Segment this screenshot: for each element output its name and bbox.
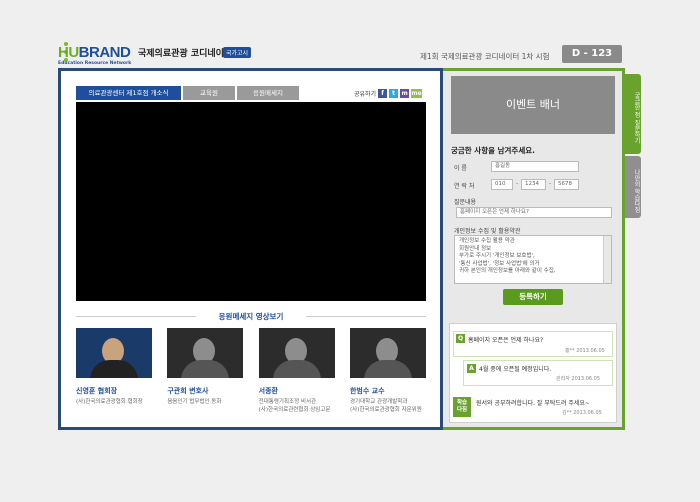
video-thumb[interactable]: 구관회 변호사 음음인기 법무법인 동화 (167, 328, 244, 413)
share-label: 공유하기 (354, 91, 377, 98)
logo-wordmark: HUBRAND (58, 44, 131, 61)
qa-question-text[interactable]: 홈페이지 오픈은 언제 하나요? (468, 335, 543, 344)
video-thumb[interactable]: 서종환 전대통령기획조정 비서관 (사)한국의료관련협회 상임고문 (258, 328, 335, 413)
site-title: 국제의료관광 코디네이터 (138, 49, 233, 59)
phone-dash: - (516, 180, 519, 187)
phone-dash: - (549, 180, 552, 187)
tab-center-opening[interactable]: 의료관광센터 제1호점 개소식 (76, 86, 181, 100)
person-org: 전대통령기획조정 비서관 (사)한국의료관련협회 상임고문 (258, 399, 331, 413)
video-tabs: 의료관광센터 제1호점 개소식 교육원 응원메세지 (76, 86, 301, 100)
qa-meta: 관리자 2013.06.05 (556, 376, 601, 382)
side-tab-ask[interactable]: 궁금한 점 질문하기 (625, 74, 641, 154)
phone-input-3[interactable]: 5678 (554, 179, 579, 190)
thumb-image[interactable] (349, 328, 426, 378)
phone-label: 연 락 처 (454, 183, 475, 190)
side-tab-study[interactable]: 나만의 학습다짐 (625, 156, 641, 218)
twitter-icon[interactable]: t (389, 89, 399, 98)
share-bar: 공유하기 f t m me (354, 89, 423, 98)
phone-input-2[interactable]: 1234 (521, 179, 546, 190)
question-input[interactable]: 홈페이지 오픈은 언제 하나요? (456, 207, 612, 218)
facebook-icon[interactable]: f (378, 89, 388, 98)
qa-meta: 홍** 2013.06.05 (565, 348, 605, 354)
answer-badge: A (467, 364, 476, 373)
thumb-image[interactable] (167, 328, 244, 378)
name-input[interactable]: 홍길동 (491, 161, 579, 172)
exam-title: 제1회 국제의료관광 코디네이터 1차 시험 (420, 52, 550, 61)
study-meta: 김** 2013.06.05 (562, 410, 602, 416)
privacy-textarea[interactable]: 개인정보 수집 활용 약관 회원안내 정보 부가로 주시기 '개인정보 보호법'… (454, 235, 612, 284)
video-player[interactable] (76, 102, 426, 301)
privacy-label: 개인정보 수집 및 활용약관 (454, 228, 521, 235)
name-label: 이 름 (454, 165, 467, 172)
privacy-scrollbar[interactable] (603, 236, 611, 283)
me2day-icon[interactable]: m (400, 89, 410, 98)
phone-input-1[interactable]: 010 (491, 179, 513, 190)
event-banner[interactable]: 이벤트 배너 (451, 76, 615, 134)
thumb-image[interactable] (258, 328, 335, 378)
tab-support-message[interactable]: 응원메세지 (237, 86, 299, 100)
submit-button[interactable]: 등록하기 (503, 289, 563, 305)
message-thumbnails: 신영훈 협회장 (사)한국의료관광협회 협회장 구관회 변호사 음음인기 법무법… (76, 328, 426, 413)
study-text[interactable]: 원서와 공부하려합니다. 잘 부탁드려 주세요~ (476, 398, 590, 407)
video-thumb[interactable]: 신영훈 협회장 (사)한국의료관광협회 협회장 (76, 328, 152, 413)
dday-counter: D - 123 (562, 45, 622, 63)
video-thumb[interactable]: 한범수 교수 경기대학교 관광개발학과 (사)한국의료관광협회 자문위원 (349, 328, 426, 413)
question-label: 질문내용 (454, 199, 477, 206)
person-name: 신영훈 협회장 (76, 387, 118, 395)
yozm-icon[interactable]: me (411, 89, 423, 98)
national-exam-badge: 국가고시 (223, 47, 252, 58)
person-org: (사)한국의료관광협회 협회장 (76, 399, 143, 405)
study-badge: 학습 다짐 (453, 397, 471, 417)
question-badge: Q (456, 334, 465, 343)
tab-education[interactable]: 교육원 (183, 86, 235, 100)
person-name: 구관회 변호사 (167, 387, 209, 395)
person-org: 경기대학교 관광개발학과 (사)한국의료관광협회 자문위원 (349, 399, 422, 413)
thumb-image[interactable] (76, 328, 152, 378)
divider-right (306, 316, 426, 317)
qa-answer-text[interactable]: 4월 중에 오픈될 예정입니다. (479, 364, 551, 373)
person-name: 서종환 (258, 387, 278, 395)
person-org: 음음인기 법무법인 동화 (167, 399, 222, 405)
form-title: 궁금한 사항을 남겨주세요. (451, 146, 535, 155)
logo-subtitle: Education Resource Network (58, 61, 132, 66)
person-name: 한범수 교수 (349, 387, 385, 395)
